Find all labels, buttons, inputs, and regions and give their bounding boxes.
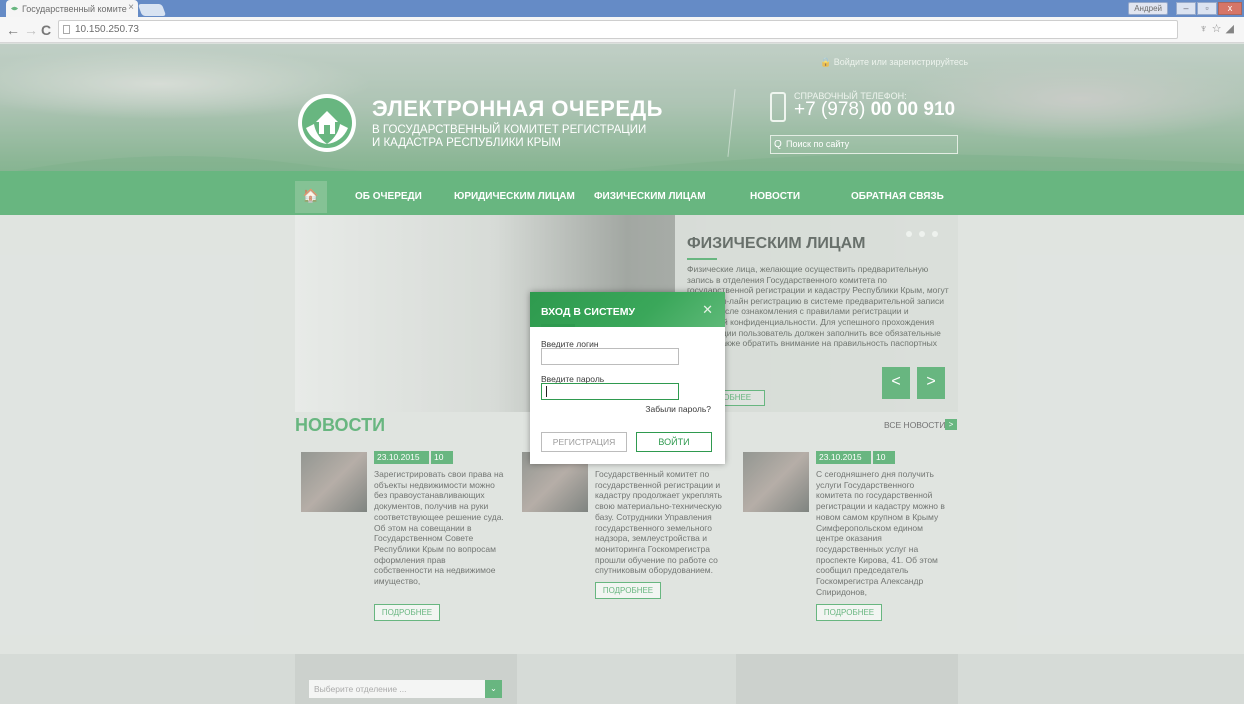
modal-title: ВХОД В СИСТЕМУ bbox=[541, 306, 635, 318]
forgot-password-link[interactable]: Забыли пароль? bbox=[645, 404, 711, 414]
modal-title-underline bbox=[541, 324, 575, 327]
login-modal: ВХОД В СИСТЕМУ ✕ Введите логин Введите п… bbox=[530, 292, 725, 464]
register-button[interactable]: РЕГИСТРАЦИЯ bbox=[541, 432, 627, 452]
login-input[interactable] bbox=[541, 348, 679, 365]
close-icon[interactable]: ✕ bbox=[702, 302, 713, 318]
text-caret bbox=[546, 386, 547, 397]
password-input[interactable] bbox=[541, 383, 679, 400]
login-submit-button[interactable]: ВОЙТИ bbox=[636, 432, 712, 452]
